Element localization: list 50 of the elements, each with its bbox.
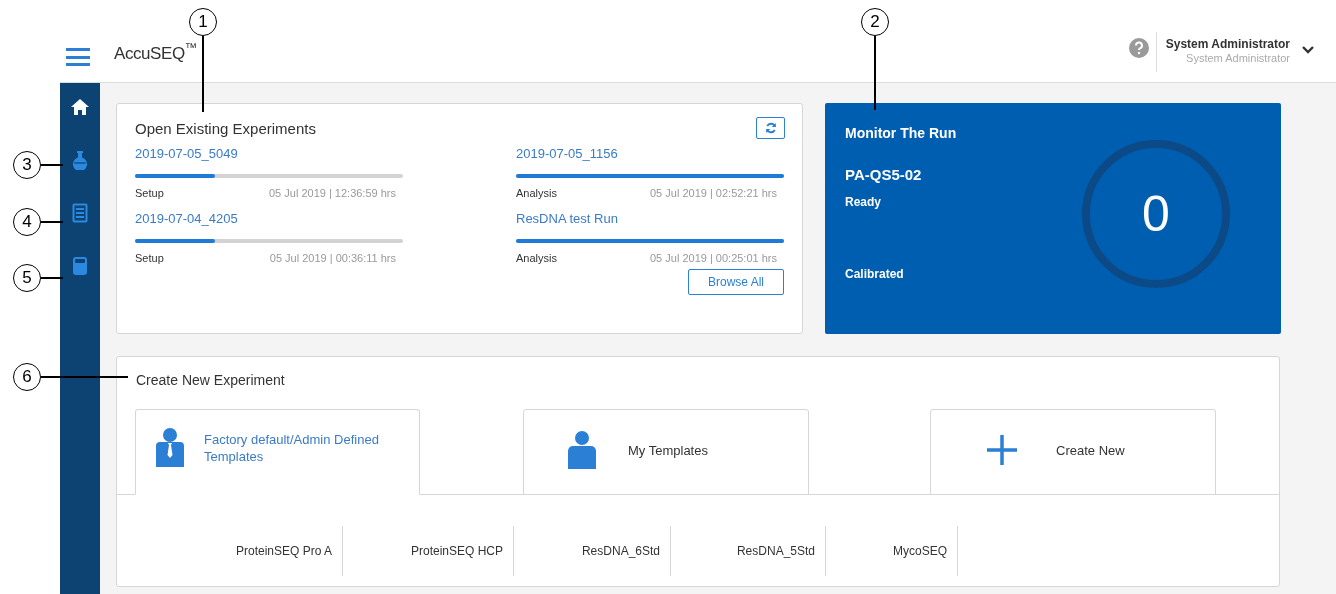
leader-line	[41, 277, 63, 279]
browse-all-button[interactable]: Browse All	[688, 268, 784, 295]
menu-icon[interactable]	[66, 48, 90, 66]
card-title: Open Existing Experiments	[135, 119, 316, 139]
template-tab[interactable]: Create New	[930, 409, 1216, 495]
run-count: 0	[1142, 184, 1170, 244]
template-item[interactable]: ResDNA_5Std	[671, 526, 826, 576]
callout-marker: 3	[13, 151, 41, 179]
help-icon[interactable]	[1128, 38, 1149, 58]
app-logo: AccuSEQ$^{™}$	[114, 40, 198, 65]
chevron-down-icon[interactable]	[1302, 46, 1314, 54]
template-item[interactable]: ProteinSEQ Pro A	[209, 526, 343, 576]
template-item[interactable]: ResDNA_6Std	[514, 526, 671, 576]
instrument-name: PA-QS5-02	[845, 165, 923, 185]
person-icon	[154, 428, 186, 468]
callout-marker: 5	[13, 264, 41, 292]
template-tab[interactable]: My Templates	[523, 409, 809, 495]
template-item[interactable]: MycoSEQ	[826, 526, 958, 576]
experiment-link[interactable]: 2019-07-05_1156	[516, 144, 618, 163]
stage-label: Setup	[135, 185, 164, 200]
beaker-icon[interactable]	[70, 256, 90, 276]
person-icon	[566, 431, 598, 469]
card-title: Create New Experiment	[136, 371, 286, 390]
plus-icon	[986, 434, 1018, 466]
instrument-status: Ready	[845, 193, 883, 211]
card-title: Monitor The Run	[845, 124, 957, 143]
experiment-link[interactable]: 2019-07-05_5049	[135, 144, 238, 163]
user-role: System Administrator	[1186, 52, 1290, 66]
document-icon[interactable]	[70, 203, 90, 223]
leader-line	[41, 221, 63, 223]
home-icon[interactable]	[70, 97, 90, 117]
callout-marker: 6	[13, 363, 41, 391]
timestamp: 05 Jul 2019 | 12:36:59 hrs	[269, 185, 396, 200]
template-tab[interactable]: Factory default/Admin Defined Templates	[135, 409, 420, 495]
flask-icon[interactable]	[70, 150, 90, 170]
template-item[interactable]: ProteinSEQ HCP	[343, 526, 514, 576]
callout-marker: 4	[13, 208, 41, 236]
user-name: System Administrator	[1165, 37, 1290, 53]
timestamp: 05 Jul 2019 | 00:25:01 hrs	[650, 250, 777, 265]
stage-label: Analysis	[516, 185, 557, 200]
stage-label: Analysis	[516, 250, 557, 265]
timestamp: 05 Jul 2019 | 00:36:11 hrs	[269, 250, 396, 265]
leader-line	[41, 164, 63, 166]
experiment-link[interactable]: 2019-07-04_4205	[135, 209, 238, 228]
experiment-link[interactable]: ResDNA test Run	[516, 209, 618, 228]
refresh-button[interactable]	[756, 117, 785, 139]
stage-label: Setup	[135, 250, 164, 265]
timestamp: 05 Jul 2019 | 02:52:21 hrs	[650, 185, 777, 200]
refresh-icon	[764, 122, 777, 134]
calibration-status: Calibrated	[845, 265, 905, 283]
